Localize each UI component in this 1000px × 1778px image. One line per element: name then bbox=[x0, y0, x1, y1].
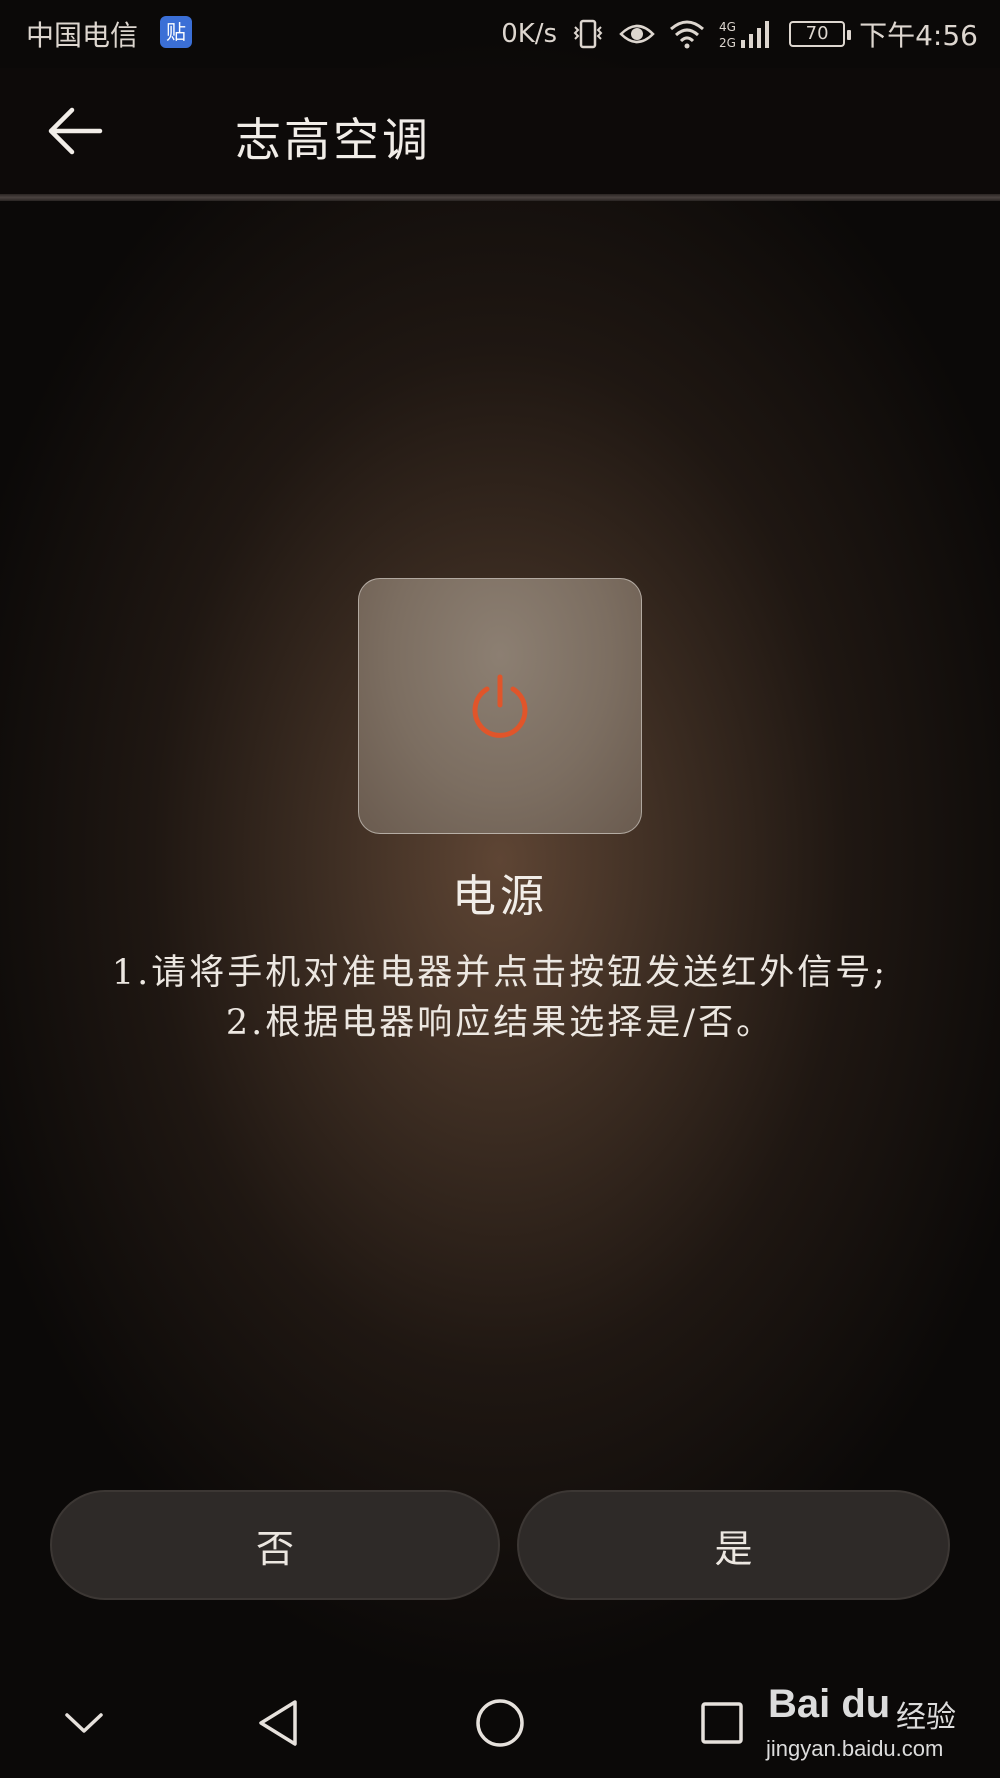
power-icon bbox=[472, 674, 528, 738]
carrier-name: 中国电信 bbox=[26, 19, 139, 52]
svg-text:4G: 4G bbox=[719, 20, 736, 34]
nav-back-button[interactable] bbox=[238, 1688, 318, 1758]
baidu-jingyan-watermark: Bai du 经验 jingyan.baidu.com bbox=[762, 1678, 962, 1770]
back-triangle-icon bbox=[259, 1700, 297, 1746]
signal-4g-icon: 4G 2G bbox=[719, 18, 775, 50]
hide-nav-button[interactable] bbox=[44, 1688, 124, 1758]
instruction-step-1: 1.请将手机对准电器并点击按钮发送红外信号; bbox=[111, 953, 889, 993]
watermark-url: jingyan.baidu.com bbox=[766, 1736, 944, 1761]
navigation-bar: Bai du 经验 jingyan.baidu.com bbox=[0, 1668, 1000, 1778]
no-button[interactable]: 否 bbox=[50, 1490, 500, 1600]
watermark-logo: Bai du bbox=[768, 1682, 891, 1726]
watermark-text: 经验 bbox=[896, 1700, 956, 1735]
home-circle-icon bbox=[476, 1699, 524, 1747]
network-speed: 0K/s bbox=[501, 19, 558, 49]
chevron-down-icon bbox=[65, 1713, 103, 1733]
header-divider bbox=[0, 194, 1000, 201]
arrow-left-icon bbox=[48, 107, 103, 155]
key-label: 电源 bbox=[452, 871, 548, 922]
vibrate-icon bbox=[571, 18, 605, 50]
nav-home-button[interactable] bbox=[460, 1688, 540, 1758]
back-button[interactable] bbox=[40, 98, 110, 164]
eye-icon bbox=[619, 20, 655, 48]
tieba-notification-icon: 贴 bbox=[160, 16, 192, 48]
nav-recents-button[interactable] bbox=[682, 1688, 762, 1758]
battery-icon: 70 bbox=[789, 21, 852, 47]
page-title: 志高空调 bbox=[235, 113, 431, 167]
instruction-step-2: 2.根据电器响应结果选择是/否。 bbox=[225, 1003, 775, 1043]
wifi-icon bbox=[669, 19, 705, 49]
clock: 下午4:56 bbox=[859, 19, 978, 52]
svg-text:2G: 2G bbox=[719, 36, 736, 50]
recents-square-icon bbox=[701, 1702, 743, 1744]
instructions: 1.请将手机对准电器并点击按钮发送红外信号; 2.根据电器响应结果选择是/否。 bbox=[90, 948, 910, 1048]
yes-button[interactable]: 是 bbox=[517, 1490, 950, 1600]
app-bar: 志高空调 bbox=[0, 68, 1000, 196]
status-bar: 中国电信 贴 0K/s 4G 2G 70 下午4:56 bbox=[0, 0, 1000, 68]
power-key-button[interactable] bbox=[358, 578, 642, 834]
status-indicators: 0K/s 4G 2G 70 下午4:56 bbox=[501, 12, 978, 56]
